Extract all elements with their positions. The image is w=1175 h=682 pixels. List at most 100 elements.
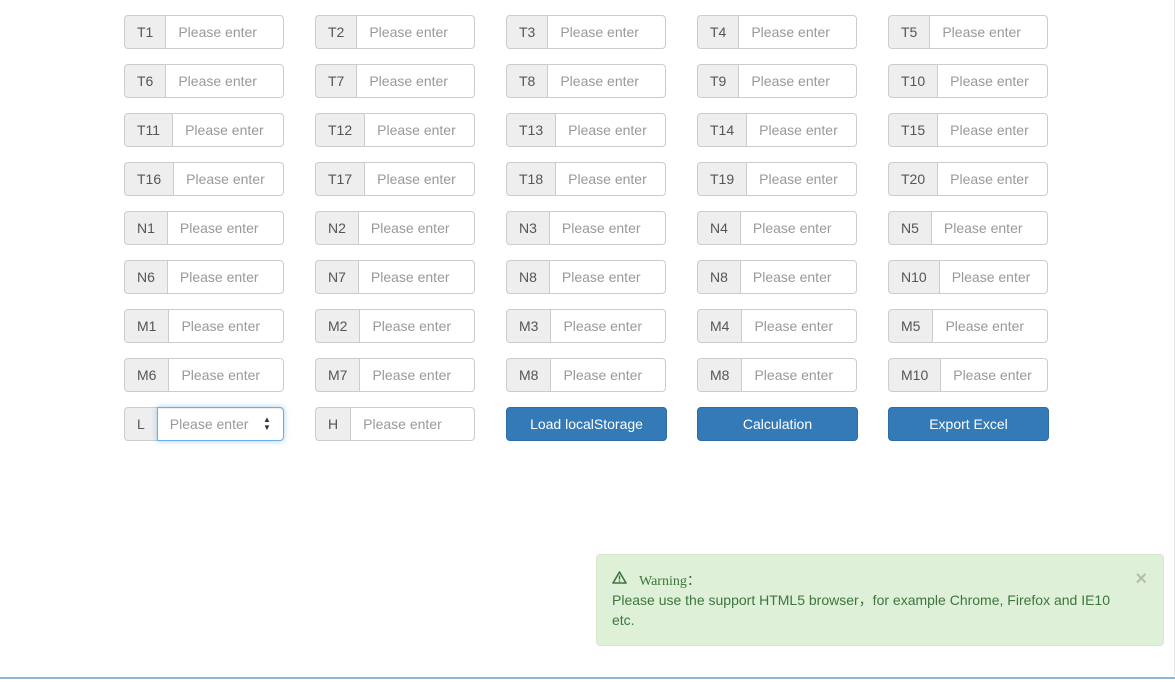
parameter-input[interactable] xyxy=(739,211,857,245)
calculation-button[interactable]: Calculation xyxy=(697,407,858,441)
parameter-input[interactable] xyxy=(356,64,475,98)
input-label: T17 xyxy=(315,162,365,196)
parameter-input[interactable] xyxy=(550,309,666,343)
parameter-input[interactable] xyxy=(548,211,666,245)
parameter-input[interactable] xyxy=(357,211,475,245)
input-label: T6 xyxy=(124,64,166,98)
export-excel-button[interactable]: Export Excel xyxy=(888,407,1049,441)
input-label: T11 xyxy=(124,113,173,147)
parameter-input[interactable] xyxy=(741,309,857,343)
bottom-divider xyxy=(0,677,1175,679)
input-label: N1 xyxy=(124,211,167,245)
parameter-input[interactable] xyxy=(741,358,857,392)
input-group: T1 xyxy=(124,15,284,49)
input-label: T8 xyxy=(506,64,548,98)
input-label: M10 xyxy=(888,358,941,392)
parameter-input[interactable] xyxy=(738,64,857,98)
input-label: M6 xyxy=(124,358,169,392)
parameter-input[interactable] xyxy=(547,15,666,49)
input-group: N4 xyxy=(697,211,857,245)
input-label: N3 xyxy=(506,211,549,245)
input-group: T19 xyxy=(697,162,857,196)
input-label: T14 xyxy=(697,113,747,147)
parameter-input[interactable] xyxy=(168,309,284,343)
input-group: T11 xyxy=(124,113,284,147)
load-localstorage-button[interactable]: Load localStorage xyxy=(506,407,667,441)
parameter-input[interactable] xyxy=(746,162,857,196)
input-group-h: H xyxy=(315,407,475,441)
parameter-input[interactable] xyxy=(168,358,284,392)
input-group: T9 xyxy=(697,64,857,98)
parameter-input[interactable] xyxy=(364,162,475,196)
close-icon[interactable]: × xyxy=(1135,569,1147,589)
warning-triangle-icon xyxy=(612,571,627,589)
input-label: T9 xyxy=(697,64,739,98)
input-group: N6 xyxy=(124,260,284,294)
parameter-input[interactable] xyxy=(357,260,475,294)
parameter-input[interactable] xyxy=(550,358,666,392)
input-label-l: L xyxy=(124,407,157,441)
input-group: M10 xyxy=(888,358,1048,392)
parameter-input[interactable] xyxy=(937,64,1048,98)
input-label: M1 xyxy=(124,309,169,343)
input-label: M8 xyxy=(506,358,551,392)
input-label: T3 xyxy=(506,15,548,49)
input-group: M8 xyxy=(697,358,857,392)
parameter-input[interactable] xyxy=(930,211,1048,245)
parameter-input[interactable] xyxy=(555,113,666,147)
parameter-input[interactable] xyxy=(356,15,475,49)
input-group: T4 xyxy=(697,15,857,49)
parameter-input[interactable] xyxy=(938,260,1048,294)
parameter-input[interactable] xyxy=(929,15,1048,49)
parameter-input[interactable] xyxy=(738,15,857,49)
parameter-input[interactable] xyxy=(932,309,1048,343)
input-group: T14 xyxy=(697,113,857,147)
input-label-h: H xyxy=(315,407,351,441)
parameter-input[interactable] xyxy=(165,15,284,49)
input-label: T16 xyxy=(124,162,174,196)
input-group: M4 xyxy=(697,309,857,343)
input-label: M2 xyxy=(315,309,360,343)
input-group: N7 xyxy=(315,260,475,294)
input-group: T13 xyxy=(506,113,666,147)
input-group: T12 xyxy=(315,113,475,147)
input-label: M8 xyxy=(697,358,742,392)
input-group: T20 xyxy=(888,162,1048,196)
input-label: T4 xyxy=(697,15,739,49)
h-input[interactable] xyxy=(350,407,475,441)
parameter-input[interactable] xyxy=(165,64,284,98)
input-group: T2 xyxy=(315,15,475,49)
input-group: T10 xyxy=(888,64,1048,98)
parameter-input[interactable] xyxy=(359,309,475,343)
input-label: N5 xyxy=(888,211,931,245)
parameter-input[interactable] xyxy=(555,162,666,196)
parameter-input[interactable] xyxy=(359,358,475,392)
input-label: M5 xyxy=(888,309,933,343)
input-group: M7 xyxy=(315,358,475,392)
parameter-input[interactable] xyxy=(746,113,857,147)
input-group: M5 xyxy=(888,309,1048,343)
input-group: T15 xyxy=(888,113,1048,147)
parameter-input[interactable] xyxy=(364,113,475,147)
input-group: M1 xyxy=(124,309,284,343)
parameter-input[interactable] xyxy=(166,260,284,294)
parameter-input[interactable] xyxy=(166,211,284,245)
parameter-input[interactable] xyxy=(937,113,1048,147)
input-group: N8 xyxy=(697,260,857,294)
parameter-input[interactable] xyxy=(937,162,1048,196)
input-group: T17 xyxy=(315,162,475,196)
input-group: T18 xyxy=(506,162,666,196)
input-group: N10 xyxy=(888,260,1048,294)
parameter-input[interactable] xyxy=(548,260,666,294)
parameter-input[interactable] xyxy=(172,113,284,147)
parameter-input[interactable] xyxy=(739,260,857,294)
spin-down-icon[interactable]: ▼ xyxy=(263,424,271,432)
number-spinner[interactable]: ▲ ▼ xyxy=(262,416,272,432)
input-group: M2 xyxy=(315,309,475,343)
parameter-input[interactable] xyxy=(173,162,284,196)
parameter-input[interactable] xyxy=(940,358,1048,392)
input-group: M3 xyxy=(506,309,666,343)
input-group: T7 xyxy=(315,64,475,98)
parameter-input[interactable] xyxy=(547,64,666,98)
input-label: N8 xyxy=(506,260,549,294)
